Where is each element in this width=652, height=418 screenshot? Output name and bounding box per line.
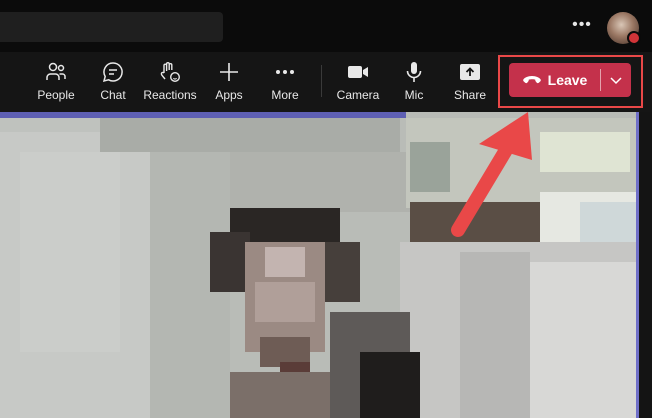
video-region [210, 232, 250, 292]
toolbar-divider [321, 65, 322, 97]
apps-button[interactable]: Apps [201, 60, 257, 106]
video-feed [0, 112, 652, 418]
title-bar: ••• [0, 0, 652, 52]
reactions-icon [160, 62, 181, 83]
more-button[interactable]: More [257, 60, 313, 106]
video-region [540, 132, 630, 172]
more-options-icon[interactable]: ••• [572, 14, 592, 36]
chat-icon [102, 62, 123, 83]
reactions-label: Reactions [143, 88, 197, 102]
people-label: People [37, 88, 75, 102]
video-region [230, 372, 330, 418]
video-region [265, 247, 305, 277]
video-region [410, 142, 450, 192]
leave-label: Leave [547, 72, 588, 88]
chat-label: Chat [100, 88, 126, 102]
presence-status-badge [627, 31, 641, 45]
video-region [530, 262, 636, 418]
camera-button[interactable]: Camera [330, 60, 386, 106]
video-region [20, 152, 120, 352]
reactions-button[interactable]: Reactions [142, 60, 198, 106]
video-edge [637, 112, 652, 418]
mic-label: Mic [404, 88, 424, 102]
video-region [580, 202, 636, 242]
camera-label: Camera [336, 88, 380, 102]
search-input[interactable] [0, 12, 223, 42]
leave-main-button[interactable]: Leave [509, 63, 600, 97]
active-speaker-border [0, 112, 406, 118]
video-region [255, 282, 315, 322]
video-region [460, 252, 530, 418]
microphone-icon [406, 62, 422, 82]
chat-button[interactable]: Chat [85, 60, 141, 106]
more-dots-icon [276, 70, 294, 74]
camera-icon [348, 66, 368, 78]
phone-hangup-icon [522, 76, 541, 84]
plus-icon [220, 63, 238, 81]
video-region [410, 202, 540, 247]
chevron-down-icon [610, 77, 622, 85]
leave-button[interactable]: Leave [509, 63, 631, 97]
share-icon [460, 64, 480, 80]
share-button[interactable]: Share [442, 60, 498, 106]
video-region [100, 112, 400, 152]
leave-options-dropdown[interactable] [601, 63, 631, 97]
people-button[interactable]: People [28, 60, 84, 106]
video-region [230, 152, 410, 212]
avatar[interactable] [607, 12, 641, 45]
video-region [360, 352, 420, 418]
share-label: Share [453, 88, 487, 102]
active-speaker-border [636, 112, 639, 418]
apps-label: Apps [215, 88, 243, 102]
video-region [320, 242, 360, 302]
more-label: More [271, 88, 299, 102]
mic-button[interactable]: Mic [386, 60, 442, 106]
people-icon [46, 62, 66, 80]
